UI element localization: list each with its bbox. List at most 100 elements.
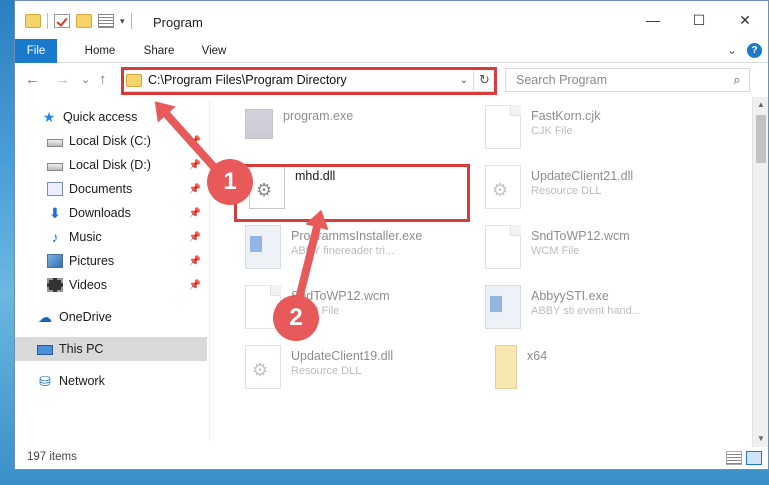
sidebar-item-label: This PC <box>59 342 104 356</box>
quick-access-toolbar: ▾ <box>25 13 132 29</box>
details-view-icon[interactable] <box>726 451 742 465</box>
explorer-window: ▾ Program — ☐ ✕ File Home Share View ⌄ ?… <box>14 0 769 470</box>
qat-dropdown-icon[interactable]: ▾ <box>120 16 125 27</box>
scroll-up-icon[interactable]: ▲ <box>753 97 769 113</box>
sidebar-item-network[interactable]: ⛁ Network <box>15 369 207 393</box>
file-item[interactable]: x64 <box>495 345 725 399</box>
maximize-button[interactable]: ☐ <box>676 1 722 39</box>
item-count: 197 items <box>27 451 77 463</box>
file-type: CJK File <box>531 125 573 137</box>
file-name: SndToWP12.wcm <box>531 229 630 243</box>
scroll-down-icon[interactable]: ▼ <box>753 431 769 447</box>
documents-icon <box>47 182 63 196</box>
large-icons-view-icon[interactable] <box>746 451 762 465</box>
tab-share[interactable]: Share <box>139 39 179 63</box>
drive-icon <box>47 138 63 147</box>
star-icon: ★ <box>42 109 56 125</box>
sidebar-item-label: OneDrive <box>59 310 112 324</box>
search-icon[interactable]: ⌕ <box>725 72 749 88</box>
up-arrow-icon[interactable]: ↑ <box>99 71 107 88</box>
sidebar-item-label: Music <box>69 230 102 244</box>
forward-arrow-icon[interactable]: → <box>55 71 70 88</box>
navigation-pane: ★ Quick access Local Disk (C:) 📌 Local D… <box>15 101 209 451</box>
file-item[interactable]: AbbyySTI.exe ABBY sti event hand... <box>485 285 715 339</box>
file-type: ABBY sti event hand... <box>531 305 641 317</box>
search-input[interactable]: Search Program <box>506 73 725 87</box>
file-name: FastKorn.cjk <box>531 109 601 123</box>
file-name: UpdateClient19.dll <box>291 349 394 363</box>
file-name: AbbyySTI.exe <box>531 289 609 303</box>
properties-icon[interactable] <box>98 14 114 28</box>
sidebar-item-label: Videos <box>69 278 107 292</box>
file-item[interactable]: ProgrammsInstaller.exe ABBY finereader tr… <box>245 225 475 279</box>
window-title: Program <box>153 15 203 30</box>
toolbar-separator <box>47 13 48 29</box>
tab-home[interactable]: Home <box>77 39 123 63</box>
file-item[interactable]: FastKorn.cjk CJK File <box>485 105 715 159</box>
file-name: program.exe <box>283 109 354 123</box>
pin-icon[interactable]: 📌 <box>189 256 201 267</box>
sidebar-item-videos[interactable]: Videos 📌 <box>15 273 207 297</box>
file-name: x64 <box>527 349 548 363</box>
file-type: Resource DLL <box>531 185 602 197</box>
file-highlight-box <box>234 164 470 222</box>
sidebar-item-local-disk-d[interactable]: Local Disk (D:) 📌 <box>15 153 207 177</box>
vertical-scrollbar[interactable]: ▲ ▼ <box>752 97 768 447</box>
sidebar-item-label: Local Disk (C:) <box>69 134 151 148</box>
network-icon: ⛁ <box>39 373 51 389</box>
file-type: WCM File <box>531 245 580 257</box>
ribbon-tabs: File Home Share View ⌄ ? <box>15 39 768 63</box>
folder-zip-icon <box>495 345 517 389</box>
scroll-thumb[interactable] <box>756 115 766 163</box>
sidebar-item-label: Downloads <box>69 206 131 220</box>
sidebar-item-this-pc[interactable]: This PC <box>15 337 207 361</box>
sidebar-item-label: Network <box>59 374 105 388</box>
cloud-icon: ☁ <box>38 309 52 325</box>
application-icon <box>485 285 521 329</box>
sidebar-item-downloads[interactable]: ⬇ Downloads 📌 <box>15 201 207 225</box>
status-bar: 197 items <box>15 447 768 469</box>
ribbon-right-controls: ⌄ ? <box>727 43 762 58</box>
recent-locations-icon[interactable]: ⌄ <box>81 73 90 86</box>
sidebar-item-pictures[interactable]: Pictures 📌 <box>15 249 207 273</box>
expand-ribbon-icon[interactable]: ⌄ <box>727 43 737 58</box>
music-icon: ♪ <box>51 229 59 245</box>
close-button[interactable]: ✕ <box>722 1 768 39</box>
application-icon <box>245 225 281 269</box>
new-folder-icon[interactable] <box>76 14 92 28</box>
file-type: Resource DLL <box>291 365 362 377</box>
file-item[interactable]: UpdateClient19.dll Resource DLL <box>245 345 475 399</box>
sidebar-item-music[interactable]: ♪ Music 📌 <box>15 225 207 249</box>
dll-file-icon <box>485 165 521 209</box>
sidebar-item-onedrive[interactable]: ☁ OneDrive <box>15 305 207 329</box>
sidebar-item-documents[interactable]: Documents 📌 <box>15 177 207 201</box>
step-badge-1: 1 <box>207 159 253 205</box>
pin-icon[interactable]: 📌 <box>189 184 201 195</box>
pane-divider <box>209 101 210 441</box>
view-toggle <box>726 451 762 465</box>
properties-check-icon[interactable] <box>54 14 70 28</box>
drive-icon <box>47 162 63 171</box>
folder-icon[interactable] <box>25 14 41 28</box>
search-box[interactable]: Search Program ⌕ <box>505 68 750 92</box>
file-item[interactable]: program.exe <box>245 105 475 159</box>
pin-icon[interactable]: 📌 <box>189 160 201 171</box>
file-item[interactable]: SndToWP12.wcm WCM File <box>485 225 715 279</box>
tab-file[interactable]: File <box>15 39 57 63</box>
sidebar-item-label: Quick access <box>63 110 138 124</box>
pictures-icon <box>47 254 63 268</box>
document-icon <box>485 225 521 269</box>
file-name: UpdateClient21.dll <box>531 169 634 183</box>
address-highlight-box <box>121 67 497 95</box>
minimize-button[interactable]: — <box>630 1 676 39</box>
pin-icon[interactable]: 📌 <box>189 232 201 243</box>
sidebar-item-label: Pictures <box>69 254 115 268</box>
tab-view[interactable]: View <box>198 39 230 63</box>
help-icon[interactable]: ? <box>747 43 762 58</box>
file-item[interactable]: UpdateClient21.dll Resource DLL <box>485 165 715 219</box>
pin-icon[interactable]: 📌 <box>189 280 201 291</box>
computer-icon <box>37 344 53 355</box>
back-arrow-icon[interactable]: ← <box>25 71 40 88</box>
pin-icon[interactable]: 📌 <box>189 208 201 219</box>
download-icon: ⬇ <box>49 205 61 221</box>
